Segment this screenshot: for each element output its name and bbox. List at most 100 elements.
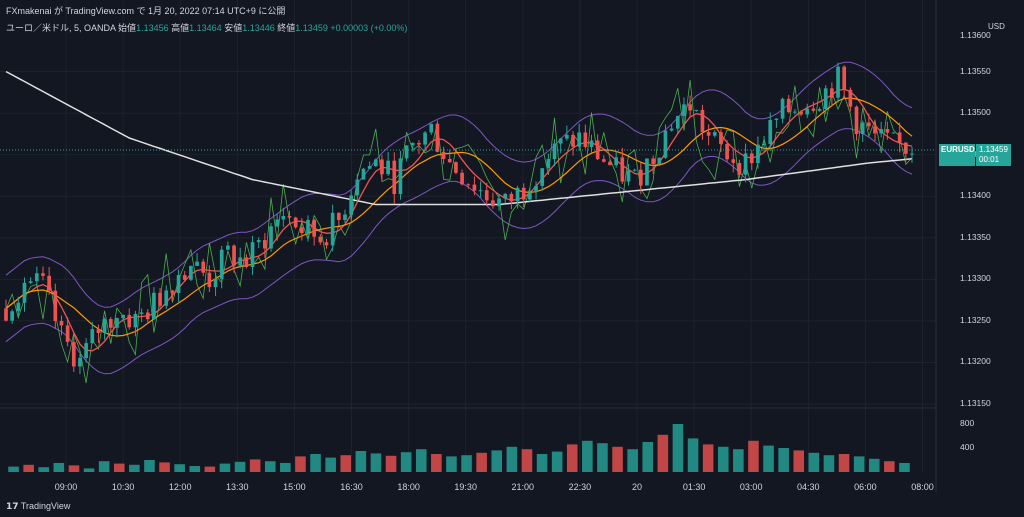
time-tick-label: 04:30 — [797, 482, 820, 492]
volume-bar — [295, 456, 306, 472]
candle-body — [275, 219, 280, 227]
volume-bar — [884, 461, 895, 472]
candle-body — [694, 109, 699, 111]
candle-body — [904, 142, 908, 154]
candle-body — [152, 292, 156, 320]
volume-bar — [431, 454, 442, 472]
volume-bar — [582, 440, 593, 472]
candle-body — [170, 290, 175, 294]
candle-body — [380, 159, 384, 175]
candlestick-series — [4, 62, 914, 374]
volume-bar — [446, 456, 457, 472]
candle-body — [466, 184, 471, 186]
volume-bar — [868, 458, 880, 472]
candle-body — [460, 172, 464, 185]
candle-body — [373, 159, 378, 167]
change-value: +0.00003 (+0.00%) — [330, 23, 408, 33]
candle-body — [521, 187, 526, 200]
candle-body — [410, 142, 415, 146]
volume-bar — [657, 434, 669, 472]
volume-bar — [763, 445, 774, 472]
candle-body — [614, 157, 618, 166]
tradingview-logo[interactable]: 𝟭𝟳 TradingView — [6, 501, 70, 512]
candle-body — [96, 329, 101, 334]
candle-body — [330, 212, 335, 246]
time-tick-label: 10:30 — [111, 482, 135, 492]
low-value: 1.13446 — [242, 23, 275, 33]
candle-body — [638, 169, 643, 186]
volume-bar — [521, 449, 533, 472]
candle-body — [78, 358, 82, 367]
candle-body — [158, 292, 162, 306]
candle-body — [287, 216, 292, 218]
candle-body — [873, 126, 877, 134]
candle-body — [189, 265, 193, 280]
candle-body — [10, 311, 14, 321]
legend-row: ユーロ／米ドル, 5, OANDA 始値1.13456 高値1.13464 安値… — [6, 21, 407, 34]
candle-body — [53, 290, 58, 321]
high-value: 1.13464 — [189, 23, 222, 33]
candle-body — [854, 106, 859, 135]
candle-body — [472, 184, 477, 191]
candle-body — [891, 132, 896, 134]
candle-body — [343, 214, 347, 220]
candle-body — [534, 185, 538, 193]
volume-bar — [385, 455, 397, 472]
candle-body — [176, 275, 181, 294]
candle-body — [28, 281, 33, 283]
candle-body — [484, 190, 489, 201]
candle-body — [780, 98, 785, 119]
price-chart[interactable] — [0, 0, 1024, 517]
candle-body — [201, 261, 206, 273]
candle-body — [663, 130, 668, 158]
candle-body — [269, 226, 273, 249]
candle-body — [300, 227, 304, 234]
price-tick-label: 1.13300 — [960, 273, 991, 284]
volume-bar — [159, 462, 170, 472]
time-tick-label: 12:00 — [168, 482, 192, 492]
volume-bar — [98, 461, 110, 472]
candle-body — [41, 273, 45, 276]
close-value: 1.13459 — [295, 23, 328, 33]
candle-body — [515, 187, 520, 202]
volume-bar — [717, 446, 729, 472]
candle-body — [90, 329, 95, 344]
candle-body — [213, 278, 218, 288]
volume-bar — [38, 467, 50, 472]
close-label: 終値 — [277, 23, 296, 33]
candle-body — [226, 245, 230, 250]
candle-body — [318, 236, 323, 243]
candle-body — [164, 290, 169, 306]
attribution-text: FXmakenai が TradingView.com で 1月 20, 202… — [6, 6, 286, 16]
candle-body — [552, 143, 557, 160]
candle-body — [250, 242, 255, 267]
candle-body — [256, 240, 261, 243]
candle-body — [47, 275, 51, 291]
candle-body — [281, 216, 286, 220]
candle-body — [645, 158, 649, 186]
candle-body — [207, 272, 212, 288]
time-tick-label: 06:00 — [854, 482, 877, 492]
candle-body — [121, 314, 125, 318]
last-price-value-tag: 1.13459 00:01 — [976, 144, 1011, 166]
time-tick-label: 13:30 — [226, 482, 249, 492]
candle-body — [823, 88, 828, 109]
candle-body — [355, 179, 360, 196]
price-tag-countdown: 00:01 — [979, 155, 1000, 164]
volume-bar — [310, 454, 321, 472]
candle-body — [392, 160, 397, 195]
volume-bar — [702, 444, 714, 472]
candle-body — [238, 257, 243, 266]
candle-body — [312, 219, 316, 237]
price-top-label: 1.13600 — [960, 30, 991, 40]
candle-body — [786, 98, 791, 113]
candle-body — [860, 122, 865, 135]
candle-body — [16, 302, 21, 312]
candle-body — [361, 168, 366, 180]
volume-bar — [899, 463, 910, 472]
candle-body — [737, 162, 742, 175]
candle-body — [743, 153, 748, 175]
candle-body — [528, 192, 532, 200]
candle-body — [632, 169, 637, 171]
candle-body — [386, 160, 390, 175]
